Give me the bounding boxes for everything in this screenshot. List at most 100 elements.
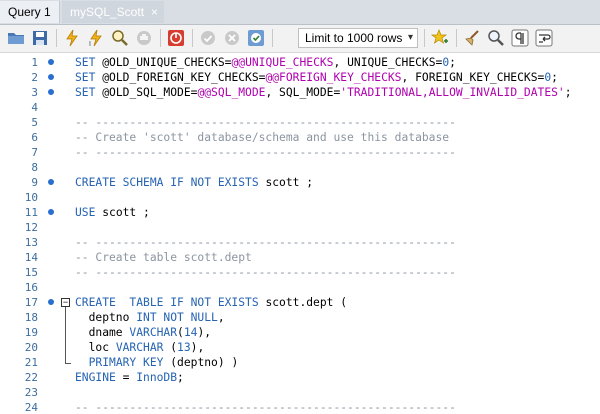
code-line[interactable]: SET @OLD_UNIQUE_CHECKS=@@UNIQUE_CHECKS, … xyxy=(75,55,456,70)
tab-query-1-label: Query 1 xyxy=(8,5,51,19)
code-line[interactable]: deptno INT NOT NULL, xyxy=(75,310,225,325)
code-token: scott ; xyxy=(265,176,314,189)
code-line[interactable]: -- -------------------------------------… xyxy=(75,265,456,280)
code-token: , UNIQUE_CHECKS= xyxy=(333,56,443,69)
beautify-broom-icon[interactable] xyxy=(462,28,482,48)
line-number: 22 xyxy=(24,371,38,384)
limit-rows-select[interactable]: Limit to 1000 rows ▾ xyxy=(298,28,418,48)
word-wrap-icon[interactable] xyxy=(534,28,554,48)
code-line[interactable]: USE scott ; xyxy=(75,205,150,220)
line-number: 13 xyxy=(24,236,38,249)
stop-hand-icon[interactable] xyxy=(134,28,154,48)
code-line[interactable]: CREATE TABLE IF NOT EXISTS scott.dept ( xyxy=(75,295,347,310)
line-number: 16 xyxy=(24,281,38,294)
code-line[interactable]: -- Create 'scott' database/schema and us… xyxy=(75,130,449,145)
statement-marker-icon xyxy=(48,299,54,305)
code-token: ; xyxy=(564,86,572,99)
code-token: ; xyxy=(449,56,456,69)
code-token: ), xyxy=(190,341,205,354)
line-number-gutter: 1 2 3 4 5 6 7 8 9 10 11 12 13 14 15 16 17 18 19 20 21 22 23 24 xyxy=(0,53,46,414)
code-area[interactable]: SET @OLD_UNIQUE_CHECKS=@@UNIQUE_CHECKS, … xyxy=(75,53,600,414)
statement-marker-icon xyxy=(48,209,54,215)
commit-check-icon[interactable] xyxy=(198,28,218,48)
line-number: 18 xyxy=(24,311,38,324)
open-file-icon[interactable] xyxy=(6,28,26,48)
code-line[interactable]: -- Create table scott.dept xyxy=(75,250,252,265)
code-token: , xyxy=(217,311,225,324)
toolbar-separator xyxy=(160,29,161,47)
execute-current-lightning-icon[interactable]: I xyxy=(86,28,106,48)
code-line[interactable]: PRIMARY KEY (deptno) ) xyxy=(75,355,239,370)
statement-marker-icon xyxy=(48,179,54,185)
code-token: -- -------------------------------------… xyxy=(75,116,456,129)
code-token: ( xyxy=(177,326,184,339)
statement-markers xyxy=(46,53,60,414)
line-number: 4 xyxy=(31,101,38,114)
stop-on-error-icon[interactable] xyxy=(166,28,186,48)
code-line[interactable]: ENGINE = InnoDB; xyxy=(75,370,184,385)
line-number: 1 xyxy=(31,56,38,69)
rollback-x-icon[interactable] xyxy=(222,28,242,48)
code-token: ( xyxy=(163,341,178,354)
code-line[interactable]: SET @OLD_FOREIGN_KEY_CHECKS=@@FOREIGN_KE… xyxy=(75,70,558,85)
code-token: -- -------------------------------------… xyxy=(75,236,456,249)
code-token: , SQL_MODE= xyxy=(265,86,341,99)
explain-magnifier-icon[interactable] xyxy=(110,28,130,48)
code-token: scott.dept ( xyxy=(265,296,348,309)
execute-lightning-icon[interactable] xyxy=(62,28,82,48)
add-snippet-star-icon[interactable] xyxy=(430,28,450,48)
line-number: 12 xyxy=(24,221,38,234)
line-number: 7 xyxy=(31,146,38,159)
limit-rows-value: Limit to 1000 rows xyxy=(305,31,403,45)
code-token: -- -------------------------------------… xyxy=(75,146,456,159)
code-line[interactable]: SET @OLD_SQL_MODE=@@SQL_MODE, SQL_MODE='… xyxy=(75,85,572,100)
code-token: -- Create 'scott' database/schema and us… xyxy=(75,131,450,144)
code-token: ; xyxy=(551,71,558,84)
toolbar-separator xyxy=(56,29,57,47)
code-token: -- -------------------------------------… xyxy=(75,401,456,414)
toggle-invisible-chars-icon[interactable] xyxy=(510,28,530,48)
line-number: 6 xyxy=(31,131,38,144)
code-token: @OLD_FOREIGN_KEY_CHECKS= xyxy=(102,71,266,84)
tab-query-1[interactable]: Query 1 xyxy=(0,1,60,23)
autocommit-icon[interactable] xyxy=(246,28,266,48)
toolbar-separator xyxy=(456,29,457,47)
code-line[interactable]: loc VARCHAR (13), xyxy=(75,340,205,355)
svg-text:I: I xyxy=(89,41,91,47)
code-token: scott ; xyxy=(102,206,150,219)
toolbar-separator xyxy=(192,29,193,47)
code-token: SET xyxy=(75,86,103,99)
code-token: CREATE SCHEMA IF NOT EXISTS xyxy=(75,176,266,189)
code-token: 13 xyxy=(177,341,191,354)
statement-marker-icon xyxy=(48,59,54,65)
code-line[interactable]: CREATE SCHEMA IF NOT EXISTS scott ; xyxy=(75,175,313,190)
sql-editor-window: Query 1 mySQL_Scott × I Limit to 1000 ro… xyxy=(0,0,600,414)
code-line[interactable]: -- -------------------------------------… xyxy=(75,235,456,250)
line-number: 24 xyxy=(24,401,38,414)
code-token: ), xyxy=(197,326,212,339)
code-token: ENGINE xyxy=(75,371,116,384)
fold-end-mark xyxy=(65,363,71,364)
tab-mysql-scott[interactable]: mySQL_Scott × xyxy=(62,1,164,23)
fold-collapse-icon[interactable]: − xyxy=(61,298,70,307)
line-number: 17 xyxy=(24,296,38,309)
code-token: @OLD_SQL_MODE= xyxy=(102,86,198,99)
line-number: 19 xyxy=(24,326,38,339)
tab-mysql-scott-label: mySQL_Scott xyxy=(70,5,145,19)
code-line[interactable]: dname VARCHAR(14), xyxy=(75,325,211,340)
code-line[interactable]: -- -------------------------------------… xyxy=(75,400,456,414)
code-token: PRIMARY KEY xyxy=(88,356,164,369)
toolbar-separator xyxy=(424,29,425,47)
code-line[interactable]: -- -------------------------------------… xyxy=(75,115,456,130)
code-token: , FOREIGN_KEY_CHECKS= xyxy=(401,71,545,84)
code-line[interactable]: -- -------------------------------------… xyxy=(75,145,456,160)
code-token: USE xyxy=(75,206,103,219)
code-token: ; xyxy=(177,371,184,384)
code-token: INT NOT NULL xyxy=(136,311,218,324)
code-token: (deptno) ) xyxy=(163,356,239,369)
close-tab-icon[interactable]: × xyxy=(151,1,158,23)
sql-editor[interactable]: 1 2 3 4 5 6 7 8 9 10 11 12 13 14 15 16 17 18 19 20 21 22 23 24 … xyxy=(0,53,600,414)
find-magnifier-icon[interactable] xyxy=(486,28,506,48)
save-icon[interactable] xyxy=(30,28,50,48)
code-token: @@FOREIGN_KEY_CHECKS xyxy=(265,71,402,84)
